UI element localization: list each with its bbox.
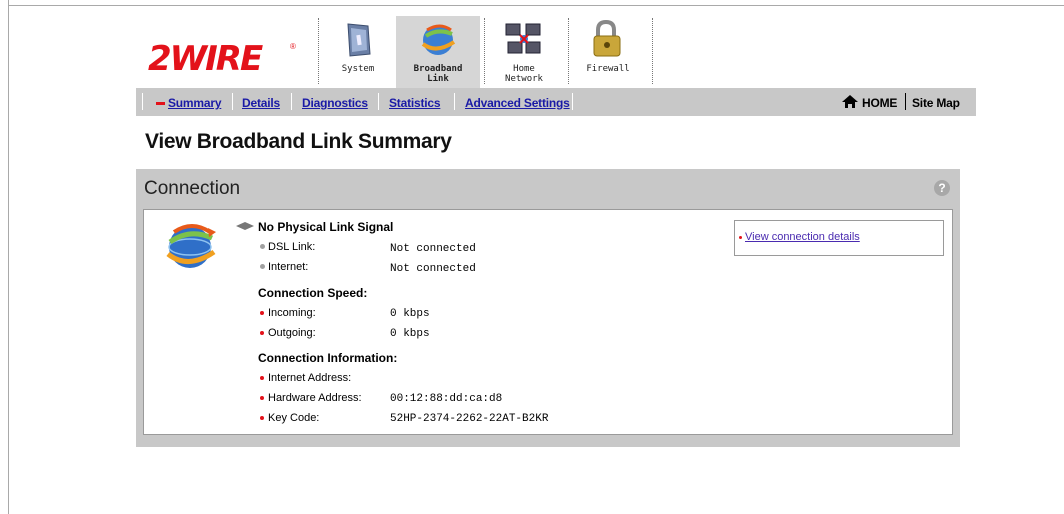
- subnav-separator: [232, 93, 233, 110]
- tab-system-label: System: [341, 64, 375, 74]
- broadband-link-icon: [421, 24, 456, 55]
- bullet: [260, 376, 264, 380]
- subnav-separator: [572, 93, 573, 110]
- subnav-statistics[interactable]: Statistics: [389, 96, 441, 110]
- outgoing-value: 0 kbps: [390, 328, 430, 340]
- dsl-link-value: Not connected: [390, 243, 476, 255]
- window-left-border: [0, 0, 9, 514]
- subnav-advanced-settings[interactable]: Advanced Settings: [465, 96, 570, 110]
- broadband-globe-icon: [166, 224, 216, 268]
- bullet: [260, 311, 264, 315]
- registered-mark: ®: [290, 42, 296, 51]
- tab-broadband-link-label: Broadband Link: [413, 64, 463, 84]
- status-diamond-icon: [236, 222, 254, 230]
- incoming-label: Incoming:: [268, 307, 316, 319]
- internet-label: Internet:: [268, 261, 309, 273]
- connection-panel: Connection ? No Physical Link Signal DSL…: [136, 169, 960, 447]
- panel-title: Connection: [144, 178, 241, 199]
- link-status: No Physical Link Signal: [258, 220, 394, 234]
- tab-separator: [652, 18, 653, 84]
- subnav-diagnostics[interactable]: Diagnostics: [302, 96, 368, 110]
- tab-broadband-link[interactable]: Broadband Link: [396, 16, 480, 88]
- brand-logo[interactable]: 2WIRE ®: [148, 42, 296, 76]
- view-connection-details-link[interactable]: View connection details: [745, 231, 860, 243]
- incoming-value: 0 kbps: [390, 308, 430, 320]
- internet-value: Not connected: [390, 263, 476, 275]
- subnav-summary[interactable]: Summary: [168, 96, 221, 110]
- tab-firewall-label: Firewall: [586, 64, 630, 74]
- connection-speed-heading: Connection Speed:: [258, 286, 368, 300]
- subnav-details[interactable]: Details: [242, 96, 280, 110]
- subnav-separator: [378, 93, 379, 110]
- connection-info-heading: Connection Information:: [258, 351, 398, 365]
- tab-firewall[interactable]: Firewall: [566, 16, 650, 88]
- firewall-lock-icon: [593, 20, 621, 57]
- home-network-icon: [505, 23, 541, 54]
- hardware-address-label: Hardware Address:: [268, 392, 362, 404]
- window-top-border: [0, 0, 1064, 6]
- brand-logo-text: 2WIRE: [148, 39, 263, 79]
- subnav-separator: [142, 93, 143, 110]
- outgoing-label: Outgoing:: [268, 327, 316, 339]
- bullet: [260, 396, 264, 400]
- subnav-bar: Summary Details Diagnostics Statistics A…: [136, 88, 976, 116]
- home-icon[interactable]: [842, 95, 858, 108]
- tab-home-network-label: Home Network: [505, 64, 543, 84]
- home-link[interactable]: HOME: [862, 96, 897, 110]
- bullet: [260, 244, 265, 249]
- help-icon[interactable]: ?: [934, 180, 950, 196]
- subnav-separator: [291, 93, 292, 110]
- subnav-separator: [454, 93, 455, 110]
- system-icon: [347, 23, 371, 57]
- tab-home-network[interactable]: Home Network: [482, 16, 566, 88]
- bullet: [260, 331, 264, 335]
- dsl-link-label: DSL Link:: [268, 241, 316, 253]
- bullet: [260, 264, 265, 269]
- details-link-box: View connection details: [734, 220, 944, 256]
- active-marker: [156, 102, 165, 105]
- key-code-value: 52HP-2374-2262-22AT-B2KR: [390, 413, 549, 425]
- key-code-label: Key Code:: [268, 412, 320, 424]
- bullet: [739, 236, 742, 239]
- subnav-separator: [905, 93, 906, 110]
- site-map-link[interactable]: Site Map: [912, 96, 960, 110]
- hardware-address-value: 00:12:88:dd:ca:d8: [390, 393, 503, 405]
- tab-system[interactable]: System: [316, 16, 400, 88]
- connection-content: No Physical Link Signal DSL Link: Not co…: [143, 209, 953, 435]
- bullet: [260, 416, 264, 420]
- internet-address-label: Internet Address:: [268, 372, 352, 384]
- page-title: View Broadband Link Summary: [145, 130, 452, 153]
